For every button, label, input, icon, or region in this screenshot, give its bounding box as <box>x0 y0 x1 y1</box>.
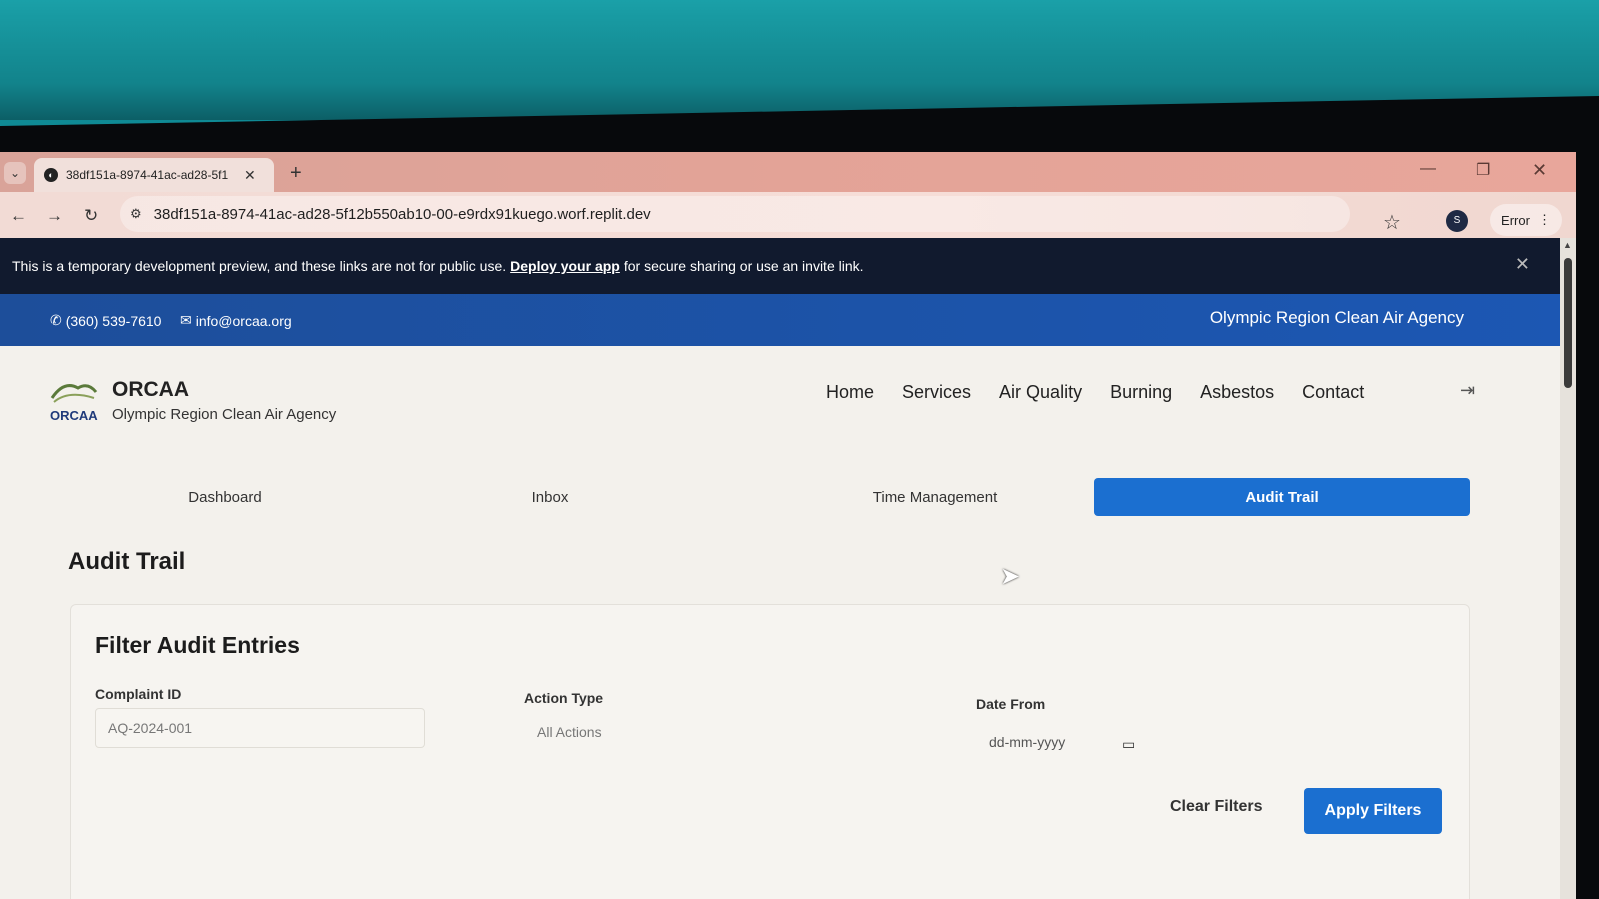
error-button[interactable]: Error ⋮ <box>1490 204 1562 236</box>
complaint-id-label: Complaint ID <box>95 686 182 702</box>
nav-burning[interactable]: Burning <box>1110 382 1172 403</box>
brand-subtitle: Olympic Region Clean Air Agency <box>112 406 337 423</box>
tab-bar: ⌄ ◐ 38df151a-8974-41ac-ad28-5f1 ✕ + — ❐ … <box>0 152 1576 192</box>
tab-inbox[interactable]: Inbox <box>420 478 680 516</box>
date-from-label: Date From <box>976 696 1046 712</box>
forward-icon[interactable]: → <box>46 206 63 226</box>
logo-text: ORCAA <box>50 408 98 423</box>
profile-avatar[interactable]: S <box>1446 210 1468 232</box>
close-banner-icon[interactable]: ✕ <box>1515 254 1530 275</box>
action-type-label: Action Type <box>524 690 604 706</box>
scrollbar-thumb[interactable] <box>1564 258 1572 388</box>
tab-dashboard[interactable]: Dashboard <box>70 478 380 516</box>
menu-kebab-icon: ⋮ <box>1537 212 1551 227</box>
deploy-link[interactable]: Deploy your app <box>510 258 620 274</box>
calendar-icon[interactable]: ▭ <box>1122 736 1135 753</box>
back-icon[interactable]: ← <box>10 206 27 226</box>
email-address: info@orcaa.org <box>195 312 292 329</box>
site-info-icon[interactable]: ⚙ <box>130 206 142 222</box>
nav-air-quality[interactable]: Air Quality <box>999 382 1082 403</box>
nav-asbestos[interactable]: Asbestos <box>1200 382 1274 403</box>
phone-icon: ✆ <box>50 312 62 328</box>
bookmark-star-icon[interactable]: ☆ <box>1383 210 1401 235</box>
agency-name: Olympic Region Clean Air Agency <box>1209 308 1464 327</box>
logout-icon[interactable]: ⇥ <box>1460 380 1475 401</box>
apply-filters-button[interactable]: Apply Filters <box>1304 788 1442 834</box>
main-nav: Home Services Air Quality Burning Asbest… <box>826 382 1364 403</box>
tab-search-icon[interactable]: ⌄ <box>4 162 26 184</box>
orcaa-logo[interactable]: ORCAA <box>48 376 100 424</box>
date-from-input[interactable]: dd-mm-yyyy <box>976 722 1146 762</box>
restore-icon[interactable]: ❐ <box>1476 160 1490 180</box>
action-type-select[interactable]: All Actions <box>524 712 944 752</box>
close-window-icon[interactable]: ✕ <box>1532 160 1547 181</box>
scroll-up-icon[interactable]: ▲ <box>1563 240 1572 250</box>
mail-icon: ✉ <box>180 312 192 328</box>
globe-icon: ◐ <box>44 168 58 182</box>
browser-tab[interactable]: ◐ 38df151a-8974-41ac-ad28-5f1 ✕ <box>34 158 274 192</box>
url-text: 38df151a-8974-41ac-ad28-5f12b550ab10-00-… <box>153 205 651 223</box>
page-title: Audit Trail <box>68 548 186 575</box>
banner-text-after: for secure sharing or use an invite link… <box>623 258 864 274</box>
filter-card-title: Filter Audit Entries <box>95 632 300 658</box>
tab-title: 38df151a-8974-41ac-ad28-5f1 <box>66 168 229 182</box>
nav-services[interactable]: Services <box>902 382 971 403</box>
new-tab-button[interactable]: + <box>290 162 302 185</box>
banner-text: This is a temporary development preview,… <box>12 258 507 274</box>
brand-name: ORCAA <box>112 378 189 401</box>
nav-contact[interactable]: Contact <box>1302 382 1364 403</box>
tab-audit-trail[interactable]: Audit Trail <box>1094 478 1470 516</box>
clear-filters-button[interactable]: Clear Filters <box>1170 798 1262 816</box>
dashboard-tabs: Dashboard Inbox Time Management Audit Tr… <box>70 478 1470 516</box>
nav-home[interactable]: Home <box>826 382 874 403</box>
phone-number: (360) 539-7610 <box>65 312 162 329</box>
url-input[interactable]: ⚙ 38df151a-8974-41ac-ad28-5f12b550ab10-0… <box>120 196 1350 232</box>
email-contact[interactable]: ✉ info@orcaa.org <box>180 312 292 329</box>
tab-time-management[interactable]: Time Management <box>770 478 1100 516</box>
phone-contact[interactable]: ✆ (360) 539-7610 <box>50 312 161 329</box>
page-scrollbar[interactable]: ▲ <box>1560 238 1576 899</box>
contact-bar: ✆ (360) 539-7610 ✉ info@orcaa.org Olympi… <box>0 294 1560 346</box>
error-label: Error <box>1501 212 1530 228</box>
browser-window: ⌄ ◐ 38df151a-8974-41ac-ad28-5f1 ✕ + — ❐ … <box>0 152 1576 899</box>
close-tab-icon[interactable]: ✕ <box>244 167 256 184</box>
complaint-id-input[interactable]: AQ-2024-001 <box>95 708 425 748</box>
dev-preview-banner: This is a temporary development preview,… <box>0 238 1560 294</box>
minimize-icon[interactable]: — <box>1420 160 1436 178</box>
reload-icon[interactable]: ↻ <box>84 206 98 226</box>
mouse-cursor-icon: ➤ <box>1000 563 1021 590</box>
